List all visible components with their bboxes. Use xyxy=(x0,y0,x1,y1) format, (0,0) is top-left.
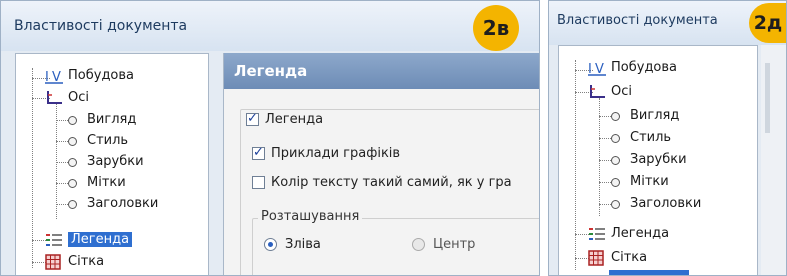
dialog-title: Властивості документа xyxy=(557,13,718,28)
tree-scrollbar[interactable] xyxy=(761,45,786,275)
tree-item-legend[interactable]: Легенда xyxy=(587,224,669,244)
placement-left-radio[interactable]: Зліва xyxy=(264,236,321,254)
bullet-icon xyxy=(611,199,620,209)
grid-icon xyxy=(44,254,64,270)
bullet-icon xyxy=(611,133,620,143)
properties-tree: IV Побудова Осі Вигляд Стиль Зарубки Міт… xyxy=(558,45,758,275)
tree-item-axes[interactable]: Осі xyxy=(44,88,89,108)
bullet-icon xyxy=(68,199,77,209)
svg-text:V: V xyxy=(52,70,61,84)
tree-item-selection-partial[interactable] xyxy=(609,270,689,275)
legend-icon xyxy=(587,226,607,242)
tree-item-ticks[interactable]: Зарубки xyxy=(611,150,687,170)
checkbox-checked-icon xyxy=(252,144,265,162)
radio-unselected-icon xyxy=(412,238,425,251)
svg-text:I: I xyxy=(588,62,592,76)
tree-item-style[interactable]: Стиль xyxy=(68,131,128,151)
legend-panel-header: Легенда xyxy=(224,53,539,89)
tree-item-build[interactable]: IV Побудова xyxy=(587,58,677,78)
axes-icon xyxy=(44,90,64,106)
bullet-icon xyxy=(611,111,620,121)
bullet-icon xyxy=(68,136,77,146)
svg-text:V: V xyxy=(595,62,604,76)
tree-item-build[interactable]: IV Побудова xyxy=(44,66,134,86)
legend-icon xyxy=(44,232,64,248)
tree-item-style[interactable]: Стиль xyxy=(611,128,671,148)
bullet-icon xyxy=(68,178,77,188)
scrollbar-thumb[interactable] xyxy=(765,63,770,133)
svg-text:I: I xyxy=(45,70,49,84)
tree-item-axes[interactable]: Осі xyxy=(587,82,632,102)
tree-item-grid[interactable]: Сітка xyxy=(44,252,104,272)
bullet-icon xyxy=(68,115,77,125)
bullet-icon xyxy=(611,177,620,187)
placement-group-label: Розташування xyxy=(258,209,363,224)
tree-item-ticks[interactable]: Зарубки xyxy=(68,152,144,172)
build-icon: IV xyxy=(587,60,607,77)
tree-item-headings[interactable]: Заголовки xyxy=(68,194,158,214)
chart-samples-checkbox[interactable]: Приклади графіків xyxy=(252,144,400,163)
tree-item-labels[interactable]: Мітки xyxy=(611,172,669,192)
placement-center-radio[interactable]: Центр xyxy=(412,236,475,254)
figure-badge: 2в xyxy=(473,5,519,51)
properties-tree: IV Побудова Осі Вигляд Стиль Зарубки Міт… xyxy=(15,53,209,275)
legend-settings-panel: Легенда Легенда Приклади графіків Колір … xyxy=(223,53,539,275)
bullet-icon xyxy=(611,155,620,165)
tree-item-labels[interactable]: Мітки xyxy=(68,173,126,193)
legend-checkbox[interactable]: Легенда xyxy=(246,110,328,129)
figure-badge: 2д xyxy=(749,3,786,43)
grid-icon xyxy=(587,250,607,266)
document-properties-dialog-2v: Властивості документа 2в IV Побудова Осі… xyxy=(0,0,540,276)
radio-selected-icon xyxy=(264,238,277,251)
text-color-same-checkbox[interactable]: Колір тексту такий самий, як у гра xyxy=(252,174,512,192)
tree-item-view[interactable]: Вигляд xyxy=(68,110,136,130)
build-icon: IV xyxy=(44,68,64,85)
tree-item-grid[interactable]: Сітка xyxy=(587,248,647,268)
document-properties-dialog-2d: Властивості документа 2д IV Побудова Осі… xyxy=(548,0,787,276)
bullet-icon xyxy=(68,157,77,167)
dialog-title: Властивості документа xyxy=(14,18,188,34)
tree-item-headings[interactable]: Заголовки xyxy=(611,194,701,214)
tree-item-legend[interactable]: Легенда xyxy=(44,230,133,250)
axes-icon xyxy=(587,84,607,100)
checkbox-checked-icon xyxy=(246,110,259,128)
dialog-titlebar: Властивості документа xyxy=(1,1,539,51)
tree-item-view[interactable]: Вигляд xyxy=(611,106,679,126)
checkbox-unchecked-icon xyxy=(252,176,265,189)
